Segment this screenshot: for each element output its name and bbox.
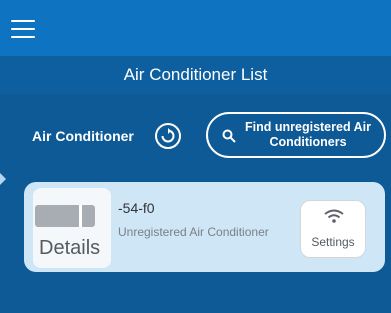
device-status: Unregistered Air Conditioner <box>118 225 269 239</box>
page-title: Air Conditioner List <box>0 56 391 94</box>
air-conditioner-icon <box>35 205 95 227</box>
wifi-icon <box>324 209 344 223</box>
device-name: -54-f0 <box>118 200 155 216</box>
refresh-button[interactable] <box>155 123 181 149</box>
menu-icon[interactable] <box>11 17 35 38</box>
device-card[interactable]: Details -54-f0 Unregistered Air Conditio… <box>24 182 385 272</box>
top-app-bar <box>0 0 391 56</box>
refresh-icon <box>161 128 175 143</box>
details-button[interactable]: Details <box>33 188 111 268</box>
settings-label: Settings <box>311 235 355 249</box>
find-unregistered-button[interactable]: Find unregistered Air Conditioners <box>206 112 386 158</box>
settings-button[interactable]: Settings <box>300 200 366 258</box>
chevron-left-indicator <box>0 173 6 185</box>
toolbar-label: Air Conditioner <box>32 128 134 144</box>
find-unregistered-label: Find unregistered Air Conditioners <box>245 120 371 149</box>
details-label: Details <box>39 237 101 259</box>
search-icon <box>222 129 236 143</box>
toolbar: Air Conditioner Find unregistered Air Co… <box>0 94 391 182</box>
